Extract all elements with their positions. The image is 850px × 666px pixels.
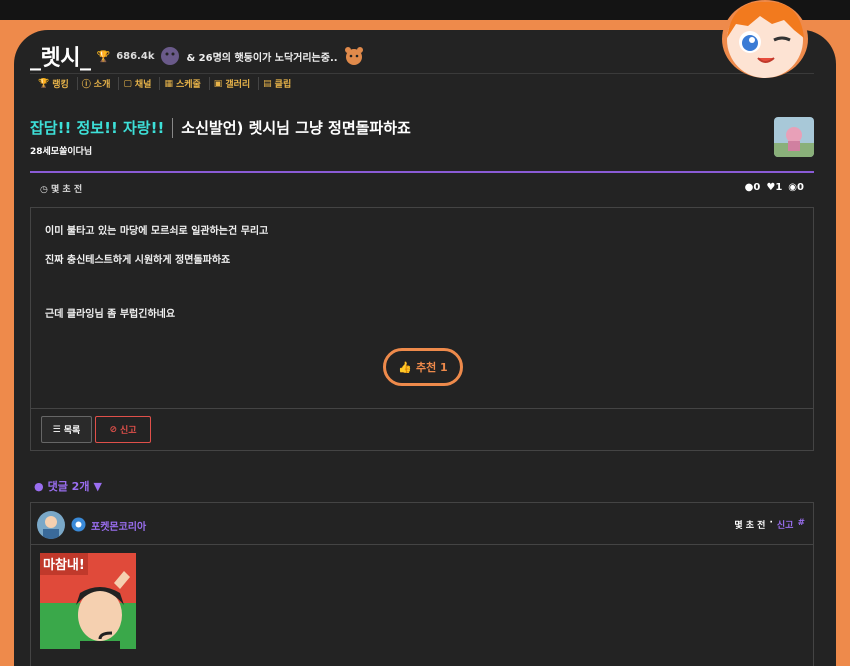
image-icon: ▣	[213, 78, 223, 89]
report-button[interactable]: ⊘ 신고	[95, 416, 151, 443]
follow-count: 686.4k	[116, 50, 155, 62]
comment-item: 포켓몬코리아 몇 초 전 · 신고 # 마참내!	[30, 502, 814, 666]
heart-icon: ♥	[766, 182, 776, 193]
nav-ranking[interactable]: 🏆 랭킹	[34, 77, 78, 90]
image-caption: 마참내!	[43, 557, 85, 573]
thumbs-up-icon: 👍	[398, 360, 412, 374]
nav-label: 랭킹	[52, 80, 69, 90]
post-line: 진짜 충신테스트하게 시원하게 정면돌파하죠	[45, 255, 231, 266]
viewers-text: & 26명의 햇둥이가 노닥거리는중..	[186, 52, 338, 64]
nav-label: 소개	[93, 80, 111, 90]
comment-bubble-icon: ●	[34, 479, 44, 493]
emote-icon	[160, 46, 180, 66]
list-button[interactable]: ☰ 목록	[41, 416, 92, 443]
comment-count: ●0	[745, 182, 761, 193]
clock-icon: ◷	[40, 185, 48, 195]
bear-emote-icon	[344, 46, 364, 66]
post-title-row: 잡담!! 정보!! 자랑!! 소신발언) 렛시님 그냥 정면돌파하죠	[30, 117, 411, 138]
content-divider	[31, 408, 813, 409]
hash-icon[interactable]: #	[797, 518, 805, 531]
trophy-icon: 🏆	[38, 78, 50, 89]
post-category[interactable]: 잡담!! 정보!! 자랑!!	[30, 117, 164, 138]
view-count-value: 0	[797, 182, 804, 193]
post-stats: ●0 ♥1 ◉0	[745, 182, 804, 193]
post-title: 소신발언) 렛시님 그냥 정면돌파하죠	[181, 119, 411, 137]
comment-time: 몇 초 전	[734, 521, 766, 531]
list-label: 목록	[63, 426, 81, 436]
info-icon: ⓘ	[81, 80, 91, 90]
post-line: 이미 불타고 있는 마당에 모르쇠로 일관하는건 무리고	[45, 226, 269, 237]
nav-gallery[interactable]: ▣ 갤러리	[210, 77, 260, 90]
comments-toggle-label: 댓글 2개	[47, 480, 90, 493]
recommend-button[interactable]: 👍 추천 1	[383, 348, 463, 386]
header-divider	[30, 73, 814, 74]
trophy-icon: 🏆	[96, 49, 111, 63]
like-count: ♥1	[766, 182, 782, 193]
title-underline	[30, 171, 814, 173]
mascot-avatar	[722, 0, 808, 78]
film-icon: ▤	[263, 78, 272, 89]
triangle-down-icon: ▼	[93, 479, 102, 493]
post-content-box: 이미 불타고 있는 마당에 모르쇠로 일관하는건 무리고 진짜 충신테스트하게 …	[30, 207, 814, 451]
calendar-icon: ▦	[164, 78, 173, 89]
post-time-text: 몇 초 전	[51, 185, 83, 195]
like-count-value: 1	[775, 182, 783, 193]
eye-icon: ◉	[788, 182, 798, 193]
comment-report[interactable]: 신고	[777, 518, 794, 531]
nav-label: 클립	[274, 80, 292, 90]
channel-nav: 🏆 랭킹 ⓘ 소개 ▢ 채널 ▦ 스케줄 ▣ 갤러리 ▤ 클립	[34, 77, 299, 90]
avatar[interactable]	[37, 511, 65, 539]
post-body: 이미 불타고 있는 마당에 모르쇠로 일관하는건 무리고 진짜 충신테스트하게 …	[45, 222, 268, 334]
post-line: 근데 클라잉님 좀 부럽긴하네요	[45, 309, 176, 320]
dot-separator: ·	[769, 518, 773, 528]
post-author[interactable]: 28세모쏠이다님	[30, 144, 92, 157]
comment-author[interactable]: 포켓몬코리아	[91, 518, 146, 533]
top-bar	[0, 0, 850, 20]
nav-label: 갤러리	[225, 80, 251, 90]
recommend-label: 추천 1	[415, 361, 448, 374]
nav-clips[interactable]: ▤ 클립	[259, 77, 299, 91]
list-icon: ☰	[52, 424, 61, 435]
view-count: ◉0	[788, 182, 804, 193]
nav-label: 스케줄	[175, 80, 201, 90]
bell-slash-icon: ⊘	[109, 424, 117, 435]
post-time: ◷ 몇 초 전	[40, 182, 82, 195]
post-meta: ◷ 몇 초 전 ●0 ♥1 ◉0	[30, 180, 814, 198]
nav-label: 채널	[134, 80, 152, 90]
comment-header: 포켓몬코리아 몇 초 전 · 신고 #	[31, 503, 813, 545]
nav-about[interactable]: ⓘ 소개	[78, 77, 120, 90]
comment-meta: 몇 초 전 · 신고 #	[734, 518, 805, 531]
comment-image: 마참내!	[40, 553, 136, 649]
title-separator	[172, 117, 174, 138]
report-label: 신고	[119, 426, 137, 436]
comment-count-value: 0	[753, 182, 761, 193]
nav-schedule[interactable]: ▦ 스케줄	[160, 77, 210, 90]
twitch-icon: ▢	[123, 78, 132, 89]
author-thumbnail	[774, 117, 814, 157]
badge-icon	[71, 517, 86, 532]
channel-name[interactable]: _렛시_	[30, 40, 91, 72]
nav-channel[interactable]: ▢ 채널	[119, 77, 161, 90]
channel-header: _렛시_ 🏆 686.4k & 26명의 햇둥이가 노닥거리는중..	[30, 40, 364, 72]
comments-toggle[interactable]: ● 댓글 2개 ▼	[34, 478, 102, 494]
